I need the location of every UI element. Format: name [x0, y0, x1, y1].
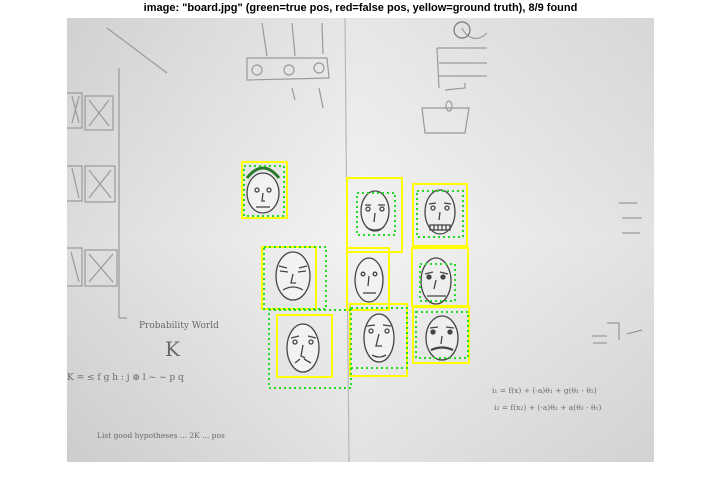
face-5	[354, 257, 384, 303]
figure-title: image: "board.jpg" (green=true pos, red=…	[143, 2, 578, 14]
face-3	[424, 189, 456, 235]
face-4	[275, 251, 311, 301]
face-8	[363, 313, 395, 363]
face-1	[245, 166, 281, 214]
probability-world-text: Probability World	[139, 321, 219, 331]
formula-line-text: K = ≤ f g h : j ⊕ l ~ ~ p q	[67, 373, 184, 383]
equation-2-text: i₂ = f(x₂) + (-a)θ₂ + a(θ₂ - θ₁)	[494, 403, 602, 412]
whiteboard-photo: Probability World K K = ≤ f g h : j ⊕ l …	[67, 18, 654, 462]
big-k-text: K	[165, 337, 181, 361]
face-9	[425, 315, 459, 361]
face-7	[286, 323, 320, 373]
equation-1-text: i₁ = f(x) + (-a)θ₁ + g(θ₁ - θ₂)	[492, 386, 597, 395]
bottom-note-text: List good hypotheses ... 2K ... pos	[97, 431, 225, 440]
face-2	[360, 190, 390, 232]
board-background	[67, 18, 654, 462]
